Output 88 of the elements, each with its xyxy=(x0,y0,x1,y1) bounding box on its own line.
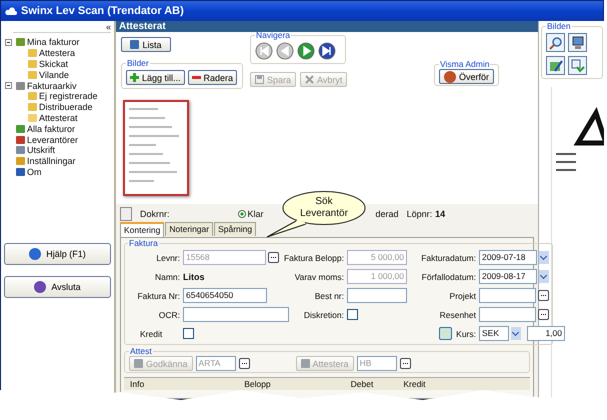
field-label: Förfallodatum: xyxy=(420,272,476,282)
date-field[interactable]: 2009-07-18 xyxy=(479,250,537,265)
input-field[interactable] xyxy=(347,288,407,303)
field-label: Varav moms: xyxy=(294,272,344,282)
edit-picture-icon[interactable] xyxy=(546,56,565,75)
exit-button[interactable]: Avsluta xyxy=(4,276,111,298)
tab[interactable]: Spårning xyxy=(214,222,256,236)
field-label: Levnr: xyxy=(155,252,180,262)
tree-item[interactable]: Fakturaarkiv xyxy=(27,80,77,91)
refresh-icon[interactable] xyxy=(439,327,452,340)
lopnr-label: Löpnr: xyxy=(406,208,432,218)
tree-item[interactable]: Attestera xyxy=(39,48,76,58)
field-label: Resenhet xyxy=(438,310,476,320)
cloud-icon xyxy=(5,6,17,16)
expander-icon[interactable] xyxy=(5,38,12,46)
tree-item[interactable]: Om xyxy=(27,166,42,177)
plus-icon xyxy=(130,73,139,82)
add-button[interactable]: Lägg till... xyxy=(126,70,185,85)
column-header[interactable]: Kredit xyxy=(403,379,426,389)
tree-item[interactable]: Attesterat xyxy=(39,112,78,123)
expander-icon[interactable] xyxy=(5,82,12,90)
group-title: Faktura xyxy=(128,238,159,248)
group-title: Navigera xyxy=(255,30,292,40)
group-title: Bilder xyxy=(126,58,150,68)
collapse-toggle[interactable]: « xyxy=(106,22,111,32)
tab[interactable]: Kontering xyxy=(120,222,164,237)
tree-item[interactable]: Skickat xyxy=(39,58,68,69)
section-header: Attesterat xyxy=(116,21,538,32)
status-radio[interactable]: Klar xyxy=(238,208,264,218)
field-label: Namn: xyxy=(154,272,180,282)
group-title: Bilden xyxy=(546,21,572,31)
group-title: Visma Admin xyxy=(439,59,490,69)
rate-field[interactable]: 1,00 xyxy=(527,326,565,341)
dokrnr-label: Dokrnr: xyxy=(140,208,170,218)
field-label: Diskretion: xyxy=(302,310,344,320)
next-nav-icon[interactable] xyxy=(297,42,315,60)
field-label: Kredit xyxy=(139,328,164,338)
input-field[interactable] xyxy=(183,307,289,322)
search-icon[interactable] xyxy=(546,33,565,52)
field-label: Faktura Belopp: xyxy=(282,252,344,262)
attest-group: Attest Godkänna ARTA Attestera HB xyxy=(124,346,530,373)
input-field[interactable]: 6540654050 xyxy=(183,288,267,303)
browse-button[interactable] xyxy=(238,358,250,369)
input-field[interactable] xyxy=(479,307,536,322)
field-label: Kurs: xyxy=(456,328,476,338)
list-button[interactable]: Lista xyxy=(121,37,171,52)
field-label: Best nr: xyxy=(314,290,344,300)
field-label: Faktura Nr: xyxy=(136,290,180,300)
tree-icon xyxy=(16,38,25,46)
column-header[interactable]: Belopp xyxy=(244,379,271,389)
group-title: Attest xyxy=(129,346,153,356)
lopnr-value: 14 xyxy=(435,208,446,218)
browse-button[interactable] xyxy=(538,290,549,301)
field-label: Fakturadatum: xyxy=(420,252,476,262)
tree-item[interactable]: Mina fakturor xyxy=(27,37,80,48)
browse-button[interactable] xyxy=(268,252,279,263)
date-field[interactable]: 2009-08-17 xyxy=(479,269,537,284)
status-label: derad xyxy=(376,208,399,218)
window-title: Swinx Lev Scan (Trendator AB) xyxy=(21,5,184,17)
browse-button[interactable] xyxy=(400,358,411,369)
checkbox[interactable] xyxy=(183,328,194,339)
document-icon xyxy=(120,206,132,220)
delete-button[interactable]: Radera xyxy=(188,70,238,85)
tree-icon xyxy=(16,82,25,90)
tree-item[interactable]: Leverantörer xyxy=(27,134,78,145)
checkbox[interactable] xyxy=(347,309,358,320)
minus-icon xyxy=(192,73,201,82)
tree-item[interactable]: Vilande xyxy=(39,70,69,80)
tree-item[interactable]: Alla fakturor xyxy=(27,124,76,134)
field-label: Projekt xyxy=(448,290,476,300)
column-header[interactable]: Debet xyxy=(350,379,374,389)
input-field[interactable] xyxy=(479,288,536,303)
supplier-name: Litos xyxy=(183,272,204,282)
transfer-button[interactable]: Överför xyxy=(439,69,494,84)
help-button[interactable]: Hjälp (F1) xyxy=(4,243,111,266)
close-icon xyxy=(305,75,314,84)
last-nav-icon[interactable] xyxy=(318,42,336,60)
field-label: OCR: xyxy=(158,310,180,320)
invoice-thumbnail[interactable] xyxy=(123,100,189,196)
tree-item[interactable]: Ej registrerade xyxy=(39,91,98,102)
monitor-icon[interactable] xyxy=(568,33,587,52)
tree-item[interactable]: Distribuerade xyxy=(39,102,93,112)
browse-button[interactable] xyxy=(538,309,549,320)
currency-field[interactable]: SEK xyxy=(479,326,509,341)
column-header[interactable]: Info xyxy=(130,379,144,389)
tab[interactable]: Noteringar xyxy=(165,222,214,236)
tree-item[interactable]: Inställningar xyxy=(27,156,76,166)
tree-item[interactable]: Utskrift xyxy=(27,145,55,156)
